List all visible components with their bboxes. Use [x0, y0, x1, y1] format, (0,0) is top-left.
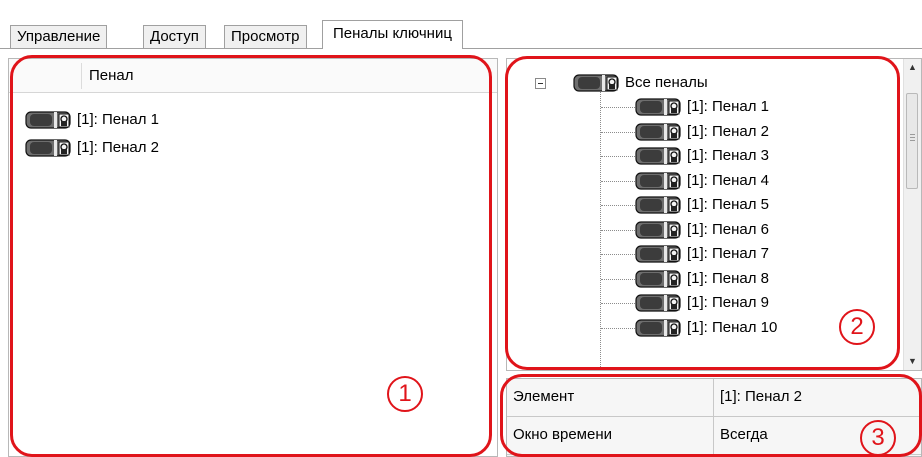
- tab-control[interactable]: Управление: [10, 25, 108, 48]
- scroll-down-arrow-icon[interactable]: ▼: [904, 353, 921, 370]
- callout-frame-3: [500, 374, 922, 457]
- callout-number-3: 3: [860, 420, 896, 456]
- scroll-up-arrow-icon[interactable]: ▲: [904, 59, 921, 76]
- callout-number-2: 2: [839, 309, 875, 345]
- tab-access[interactable]: Доступ: [143, 25, 206, 48]
- tab-view[interactable]: Просмотр: [224, 25, 307, 48]
- thumb-grip: [910, 137, 915, 138]
- tab-key-cabinet-cells[interactable]: Пеналы ключниц: [322, 20, 463, 49]
- thumb-grip: [910, 140, 915, 141]
- callout-number-1: 1: [387, 376, 423, 412]
- scroll-thumb[interactable]: [906, 93, 918, 189]
- thumb-grip: [910, 134, 915, 135]
- vertical-scrollbar[interactable]: ▲ ▼: [903, 59, 921, 370]
